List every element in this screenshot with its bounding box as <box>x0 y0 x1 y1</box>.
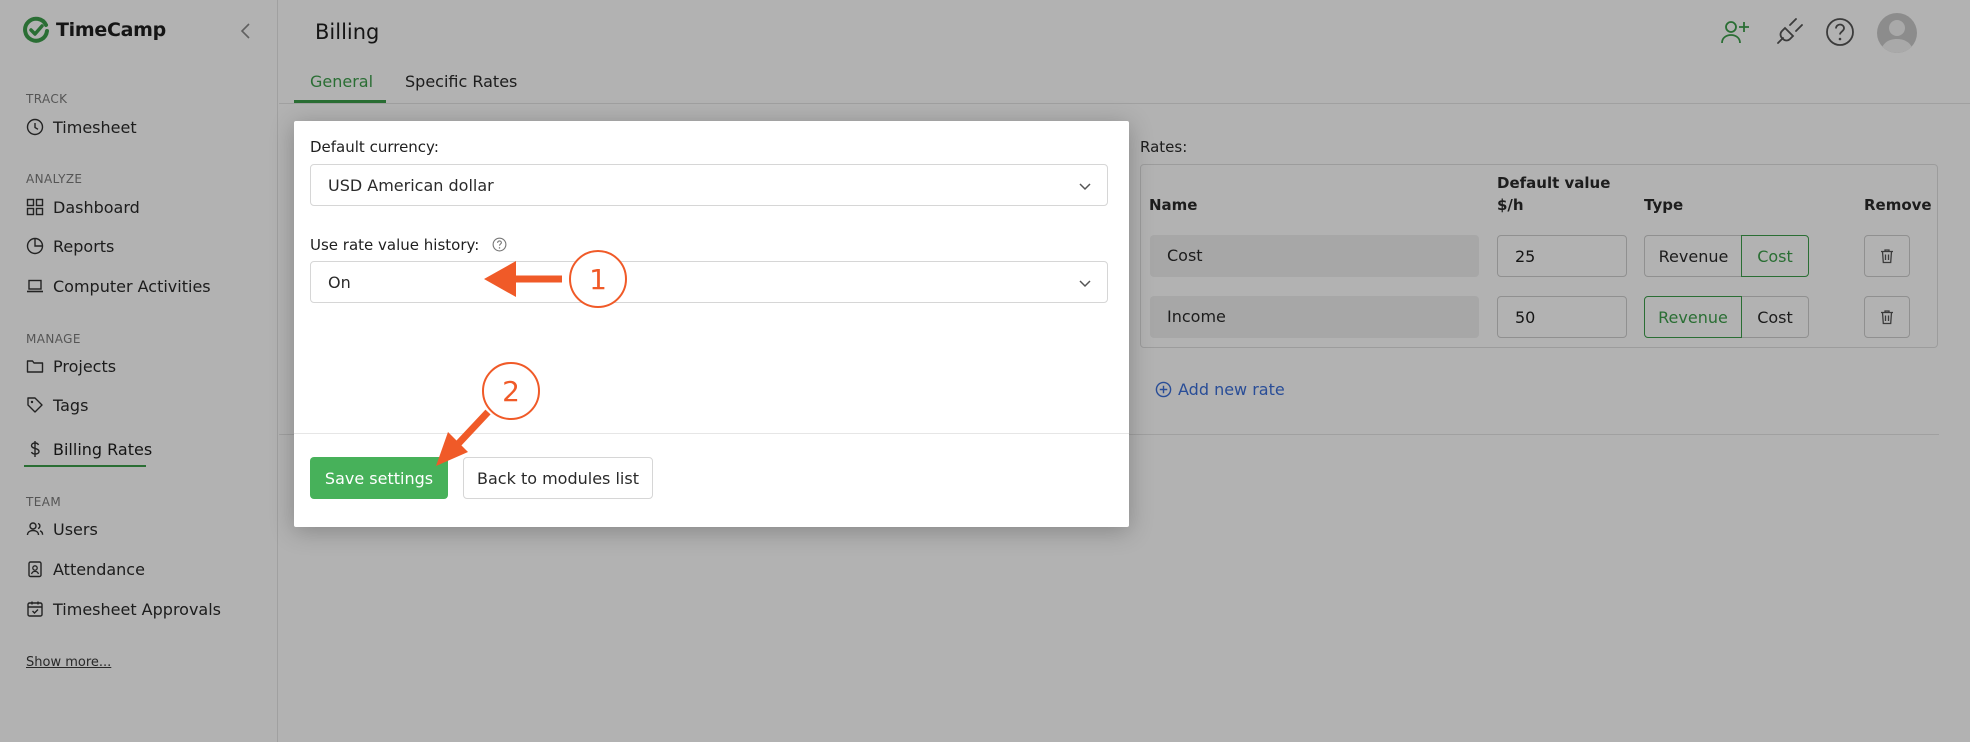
back-to-modules-button[interactable]: Back to modules list <box>463 457 653 499</box>
save-settings-button[interactable]: Save settings <box>310 457 448 499</box>
currency-label: Default currency: <box>310 138 439 156</box>
question-circle-icon[interactable] <box>492 237 507 252</box>
history-value: On <box>328 273 351 292</box>
chevron-down-icon <box>1079 280 1091 288</box>
currency-select[interactable]: USD American dollar <box>310 164 1108 206</box>
annotation-badge-2: 2 <box>482 362 540 420</box>
settings-modal: Default currency: USD American dollar Us… <box>294 121 1129 527</box>
history-label-row: Use rate value history: <box>310 236 507 254</box>
chevron-down-icon <box>1079 183 1091 191</box>
currency-value: USD American dollar <box>328 176 494 195</box>
history-select[interactable]: On <box>310 261 1108 303</box>
annotation-badge-1: 1 <box>569 250 627 308</box>
modal-divider <box>294 433 1129 434</box>
history-label: Use rate value history: <box>310 236 480 254</box>
